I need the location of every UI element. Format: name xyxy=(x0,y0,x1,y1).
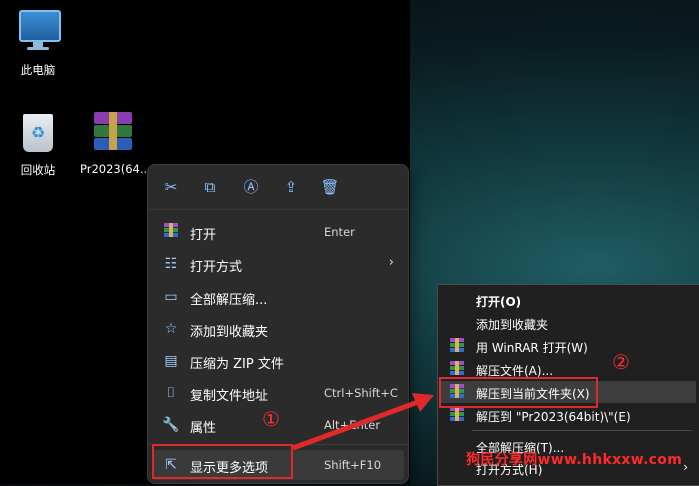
arrow-line xyxy=(292,399,419,451)
arrow-annotation xyxy=(292,393,434,451)
watermark-text: 狗民分享网www.hhkxxw.com xyxy=(466,452,683,468)
